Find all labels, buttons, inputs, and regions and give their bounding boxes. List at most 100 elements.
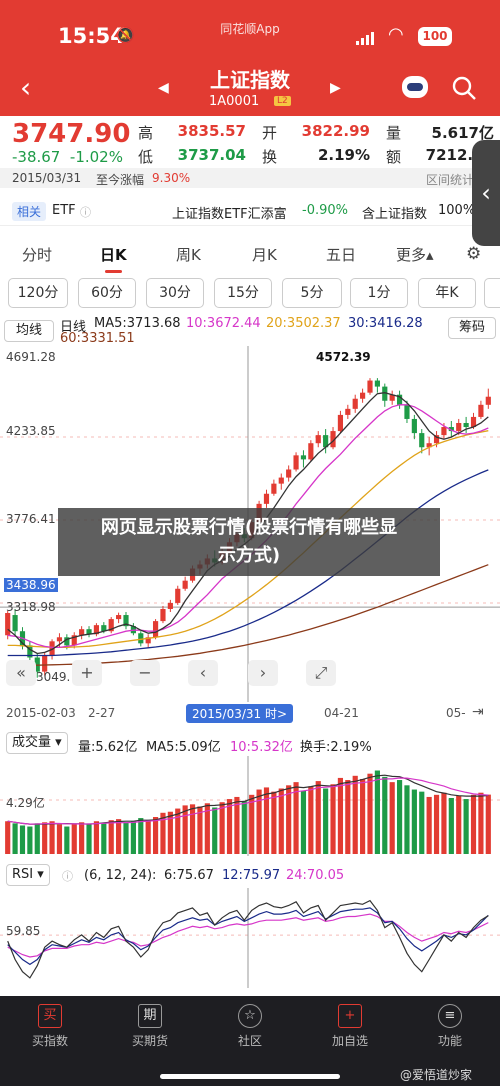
crosshair-date-pill[interactable]: 2015/03/31 时> <box>186 704 294 723</box>
ma5-value: MA5:3713.68 <box>94 316 181 331</box>
nav-functions[interactable]: ≡ 功能 <box>410 1004 490 1049</box>
volume-indicator-button[interactable]: 成交量 ▾ <box>6 732 68 754</box>
date-stat-bar: 2015/03/31 至今涨幅 9.30% 区间统计 <box>0 168 500 188</box>
ma-selector-button[interactable]: 均线 <box>4 320 54 342</box>
zoom-out-icon[interactable]: − <box>130 660 160 686</box>
nav-buy-index[interactable]: 买买指数 <box>10 1004 90 1049</box>
stock-code: 1A0001 <box>209 94 260 109</box>
peak-marker-label: 4572.39 <box>316 350 371 364</box>
volume-bar <box>19 825 26 854</box>
volume-bar <box>256 789 262 854</box>
app-screen: { "status": {"time": "15:54", "app_name"… <box>0 0 500 1086</box>
side-drawer-handle[interactable]: ‹ <box>472 140 500 246</box>
volume-bar <box>49 821 55 854</box>
candle-body <box>12 615 18 632</box>
nav-add-watchlist[interactable]: + 加自选 <box>310 1004 390 1049</box>
period-1min[interactable]: 1分 <box>350 278 408 308</box>
volume-bar <box>308 786 314 854</box>
y-tick-2: 4233.85 <box>6 424 56 438</box>
low-value: 3737.04 <box>177 146 246 164</box>
volume-bar <box>367 773 373 854</box>
volume-ma10: 10:5.32亿 <box>230 740 293 755</box>
watermark: @爱悟道炒家 <box>400 1068 473 1082</box>
volume-bar <box>71 824 77 854</box>
volume-bar <box>389 782 395 854</box>
candle-body <box>411 418 417 434</box>
settings-icon[interactable]: ⚙ <box>466 244 481 264</box>
functions-icon: ≡ <box>438 1004 462 1028</box>
period-30min[interactable]: 30分 <box>146 278 204 308</box>
candle-body <box>367 380 373 393</box>
volume-bar <box>374 770 380 854</box>
etf-label: ETF <box>52 203 76 218</box>
nav-label: 买指数 <box>31 1034 68 1048</box>
etf-bar[interactable]: 相关 ETF ⓘ 上证指数ETF汇添富 -0.90% 含上证指数 100% <box>0 196 500 226</box>
volume-bar <box>116 819 122 854</box>
x-date-4: 05- <box>446 706 466 720</box>
jump-latest-icon[interactable]: ⇥ <box>472 704 484 720</box>
y-tick-3: 3776.41 <box>6 512 56 526</box>
volume-level-label: 4.29亿 <box>6 796 45 810</box>
tab-five-day[interactable]: 五日 <box>326 244 356 265</box>
volume-bar <box>404 785 410 854</box>
scroll-left-icon[interactable]: ‹ <box>188 660 218 686</box>
volume-bar <box>5 821 11 854</box>
volume-bar <box>212 807 218 854</box>
volume-bar <box>152 817 159 854</box>
candle-body <box>441 427 447 436</box>
zoom-in-icon[interactable]: + <box>72 660 102 686</box>
overlay-line-2: 示方式) <box>217 545 281 566</box>
period-15min[interactable]: 15分 <box>214 278 272 308</box>
volume-bar <box>226 799 233 854</box>
period-120min[interactable]: 120分 <box>8 278 68 308</box>
ma30-value: 30:3416.28 <box>348 316 423 331</box>
add-icon: + <box>338 1004 362 1028</box>
range-stat-link[interactable]: 区间统计 <box>426 171 474 188</box>
volume-header: 成交量 ▾ 量:5.62亿 MA5:5.09亿 10:5.32亿 换手:2.19… <box>0 732 500 756</box>
volume-bar <box>130 821 136 854</box>
volume-bar <box>293 782 299 854</box>
tab-daily-k[interactable]: 日K <box>100 244 127 273</box>
tab-intraday[interactable]: 分时 <box>22 244 52 265</box>
collapse-left-icon[interactable]: « <box>6 660 36 686</box>
wifi-icon: ◠ <box>388 24 404 45</box>
candle-body <box>56 637 63 642</box>
etf-change: -0.90% <box>302 203 348 218</box>
signal-icon <box>356 32 374 45</box>
fullscreen-icon[interactable]: ⤢ <box>306 660 336 686</box>
buy-icon: 买 <box>38 1004 62 1028</box>
period-5min[interactable]: 5分 <box>282 278 342 308</box>
volume-bar <box>360 778 366 854</box>
nav-buy-futures[interactable]: 期买期货 <box>110 1004 190 1049</box>
volume-bar <box>175 808 181 854</box>
scroll-right-icon[interactable]: › <box>248 660 278 686</box>
period-60min[interactable]: 60分 <box>78 278 136 308</box>
volume-bar <box>396 780 403 854</box>
tab-weekly-k[interactable]: 周K <box>176 244 201 265</box>
nav-community[interactable]: ☆ 社区 <box>210 1004 290 1049</box>
info-icon[interactable]: ⓘ <box>80 204 91 220</box>
volume-bar <box>345 780 351 854</box>
article-title-overlay: 网页显示股票行情(股票行情有哪些显 示方式) <box>58 508 440 576</box>
volume-bar <box>101 823 107 854</box>
nav-label: 功能 <box>437 1034 462 1048</box>
period-year-k[interactable]: 年K <box>418 278 476 308</box>
next-stock-icon[interactable]: ▶ <box>330 80 341 96</box>
volume-bar <box>478 792 484 854</box>
x-date-2: 2-27 <box>88 706 116 720</box>
level2-badge: L2 <box>274 96 291 106</box>
candle-body <box>419 433 425 448</box>
chip-distribution-button[interactable]: 筹码 <box>448 317 496 339</box>
tab-more[interactable]: 更多▴ <box>396 244 434 265</box>
community-icon: ☆ <box>238 1004 262 1028</box>
volume-bar <box>300 790 307 854</box>
rsi-info-icon[interactable]: ⓘ <box>62 868 73 884</box>
low-label: 低 <box>138 148 154 166</box>
rsi-indicator-button[interactable]: RSI ▾ <box>6 864 50 886</box>
robot-assistant-icon[interactable] <box>402 76 428 98</box>
volume-bar <box>315 781 321 854</box>
volume-bar <box>441 792 447 854</box>
search-icon[interactable] <box>450 74 478 102</box>
period-more[interactable] <box>484 278 500 308</box>
tab-monthly-k[interactable]: 月K <box>252 244 277 265</box>
